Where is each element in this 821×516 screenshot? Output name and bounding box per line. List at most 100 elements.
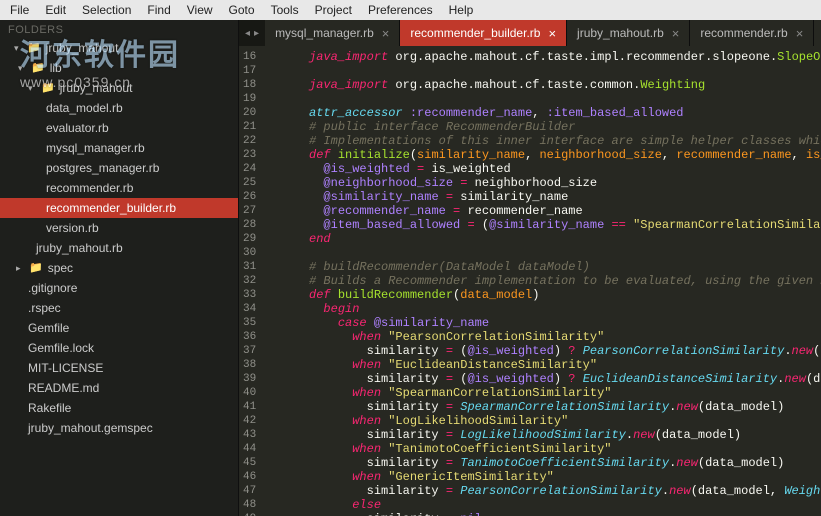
triangle-right-icon: ▸ [16,260,24,276]
folder-pkg[interactable]: ▾ 📁 jruby_mahout [0,78,238,98]
sidebar-heading: FOLDERS [0,22,238,38]
code-line: def initialize(similarity_name, neighbor… [280,148,821,162]
file-item[interactable]: recommender_builder.rb [0,198,238,218]
code-line: similarity = LogLikelihoodSimilarity.new… [280,428,821,442]
code-content[interactable]: java_import org.apache.mahout.cf.taste.i… [264,46,821,516]
folder-icon: 📁 [41,80,55,96]
folder-spec[interactable]: ▸ 📁 spec [0,258,238,278]
tab-label: recommender.rb [700,26,787,40]
file-item[interactable]: Rakefile [0,398,238,418]
menu-tools[interactable]: Tools [265,1,305,19]
tab[interactable]: data_mode× [814,20,821,46]
close-icon[interactable]: × [796,26,804,41]
code-line [280,246,821,260]
code-line [280,64,821,78]
code-line: @recommender_name = recommender_name [280,204,821,218]
folder-label: lib [50,60,62,76]
code-line: else [280,498,821,512]
menu-goto[interactable]: Goto [223,1,261,19]
file-item[interactable]: Gemfile.lock [0,338,238,358]
code-line: # Builds a Recommender implementation to… [280,274,821,288]
code-line: case @similarity_name [280,316,821,330]
code-line: end [280,232,821,246]
code-line: # Implementations of this inner interfac… [280,134,821,148]
tab[interactable]: recommender.rb × [690,20,814,46]
file-item[interactable]: Gemfile [0,318,238,338]
editor-pane: ◂ ▸ mysql_manager.rb×recommender_builder… [239,20,821,516]
nav-right-icon[interactable]: ▸ [254,28,259,39]
folder-label: spec [48,260,73,276]
triangle-down-icon: ▾ [18,60,26,76]
menu-file[interactable]: File [4,1,35,19]
code-line: when "EuclideanDistanceSimilarity" [280,358,821,372]
code-line: when "TanimotoCoefficientSimilarity" [280,442,821,456]
menu-find[interactable]: Find [141,1,176,19]
code-line [280,92,821,106]
tab-label: mysql_manager.rb [275,26,374,40]
file-item[interactable]: README.md [0,378,238,398]
menu-preferences[interactable]: Preferences [362,1,439,19]
tab[interactable]: recommender_builder.rb × [400,20,567,46]
file-item[interactable]: jruby_mahout.rb [0,238,238,258]
main: FOLDERS ▾ 📁 jruby_mahout ▾ 📁 lib ▾ 📁 jru… [0,20,821,516]
file-label: jruby_mahout.rb [36,240,123,256]
folder-label: jruby_mahout [46,40,119,56]
menubar: FileEditSelectionFind ViewGotoToolsProjec… [0,0,821,20]
triangle-down-icon: ▾ [28,80,36,96]
code-line: @item_based_allowed = (@similarity_name … [280,218,821,232]
file-item[interactable]: data_model.rb [0,98,238,118]
folder-lib[interactable]: ▾ 📁 lib [0,58,238,78]
code-line: similarity = PearsonCorrelationSimilarit… [280,484,821,498]
menu-view[interactable]: View [181,1,219,19]
code-line: # public interface RecommenderBuilder [280,120,821,134]
code-line: attr_accessor :recommender_name, :item_b… [280,106,821,120]
file-item[interactable]: recommender.rb [0,178,238,198]
folder-label: jruby_mahout [60,80,133,96]
tab-nav: ◂ ▸ [239,20,265,46]
code-line: @similarity_name = similarity_name [280,190,821,204]
triangle-down-icon: ▾ [14,40,22,56]
file-item[interactable]: postgres_manager.rb [0,158,238,178]
code-line: begin [280,302,821,316]
menu-help[interactable]: Help [443,1,480,19]
code-line: similarity = (@is_weighted) ? PearsonCor… [280,344,821,358]
file-item[interactable]: .rspec [0,298,238,318]
sidebar[interactable]: FOLDERS ▾ 📁 jruby_mahout ▾ 📁 lib ▾ 📁 jru… [0,20,239,516]
code-line: @neighborhood_size = neighborhood_size [280,176,821,190]
tab[interactable]: jruby_mahout.rb × [567,20,690,46]
tab-label: jruby_mahout.rb [577,26,664,40]
file-item[interactable]: mysql_manager.rb [0,138,238,158]
code-line: java_import org.apache.mahout.cf.taste.c… [280,78,821,92]
file-item[interactable]: jruby_mahout.gemspec [0,418,238,438]
folder-root[interactable]: ▾ 📁 jruby_mahout [0,38,238,58]
code-line: similarity = nil [280,512,821,516]
nav-left-icon[interactable]: ◂ [245,28,250,39]
code-line: when "PearsonCorrelationSimilarity" [280,330,821,344]
file-item[interactable]: MIT-LICENSE [0,358,238,378]
file-item[interactable]: evaluator.rb [0,118,238,138]
close-icon[interactable]: × [548,26,556,41]
menu-project[interactable]: Project [309,1,358,19]
tab-label: recommender_builder.rb [410,26,540,40]
folder-icon: 📁 [27,40,41,56]
code-line: when "SpearmanCorrelationSimilarity" [280,386,821,400]
menu-selection[interactable]: Selection [76,1,137,19]
code-line: similarity = (@is_weighted) ? EuclideanD… [280,372,821,386]
close-icon[interactable]: × [382,26,390,41]
menu-edit[interactable]: Edit [39,1,72,19]
folder-icon: 📁 [31,60,45,76]
tab[interactable]: mysql_manager.rb × [265,20,400,46]
file-item[interactable]: version.rb [0,218,238,238]
close-icon[interactable]: × [672,26,680,41]
code-line: when "GenericItemSimilarity" [280,470,821,484]
tab-bar: ◂ ▸ mysql_manager.rb×recommender_builder… [239,20,821,46]
file-item[interactable]: .gitignore [0,278,238,298]
code-line: when "LogLikelihoodSimilarity" [280,414,821,428]
code-editor[interactable]: 1617181920212223242526272829303132333435… [239,46,821,516]
code-line: # buildRecommender(DataModel dataModel) [280,260,821,274]
code-line: java_import org.apache.mahout.cf.taste.i… [280,50,821,64]
folder-icon: 📁 [29,260,43,276]
code-line: def buildRecommender(data_model) [280,288,821,302]
code-line: similarity = TanimotoCoefficientSimilari… [280,456,821,470]
line-gutter: 1617181920212223242526272829303132333435… [239,46,264,516]
